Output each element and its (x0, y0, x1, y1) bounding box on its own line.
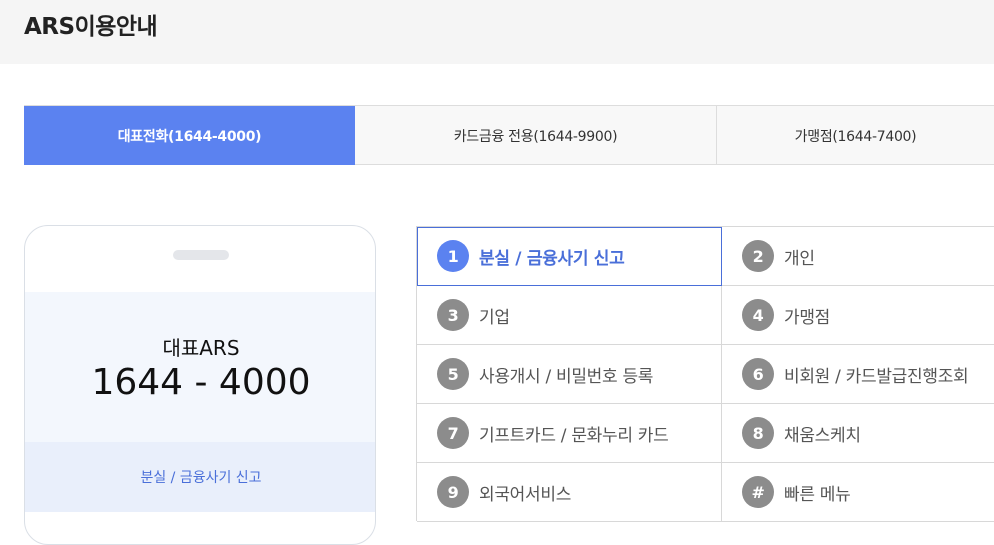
number-badge-icon: 2 (742, 240, 774, 272)
number-badge-icon: 8 (742, 417, 774, 449)
tab-card-finance[interactable]: 카드금융 전용(1644-9900) (355, 106, 717, 165)
menu-item-label: 빠른 메뉴 (784, 484, 851, 505)
menu-item-gift-card[interactable]: 7 기프트카드 / 문화누리 카드 (417, 404, 722, 463)
number-badge-icon: 1 (437, 240, 469, 272)
number-badge-icon: 7 (437, 417, 469, 449)
number-badge-icon: 5 (437, 358, 469, 390)
number-badge-icon: 6 (742, 358, 774, 390)
page-header: ARS이용안내 (0, 0, 994, 64)
page-title: ARS이용안내 (24, 14, 158, 40)
phone-ars-number: 1644 - 4000 (91, 362, 311, 403)
menu-item-label: 기프트카드 / 문화누리 카드 (479, 425, 669, 446)
menu-item-label: 비회원 / 카드발급진행조회 (784, 366, 969, 387)
menu-item-label: 개인 (784, 248, 815, 269)
menu-item-nonmember-card-status[interactable]: 6 비회원 / 카드발급진행조회 (722, 345, 994, 404)
menu-item-label: 가맹점 (784, 307, 831, 328)
number-badge-icon: 3 (437, 299, 469, 331)
menu-item-activation-password[interactable]: 5 사용개시 / 비밀번호 등록 (417, 345, 722, 404)
ars-menu-grid: 1 분실 / 금융사기 신고 2 개인 3 기업 4 가맹점 5 사용개시 / … (416, 226, 994, 522)
menu-item-label: 채움스케치 (784, 425, 861, 446)
menu-item-label: 분실 / 금융사기 신고 (479, 248, 625, 269)
menu-item-label: 기업 (479, 307, 510, 328)
tab-merchant[interactable]: 가맹점(1644-7400) (717, 106, 994, 165)
number-badge-icon: 9 (437, 476, 469, 508)
tab-main-phone[interactable]: 대표전화(1644-4000) (24, 106, 355, 165)
phone-mockup: 대표ARS 1644 - 4000 분실 / 금융사기 신고 (24, 225, 376, 545)
menu-item-label: 외국어서비스 (479, 484, 572, 505)
hash-badge-icon: # (742, 476, 774, 508)
menu-item-foreign-language[interactable]: 9 외국어서비스 (417, 463, 722, 522)
menu-item-personal[interactable]: 2 개인 (722, 227, 994, 286)
menu-item-quick-menu[interactable]: # 빠른 메뉴 (722, 463, 994, 522)
menu-item-lost-fraud-report[interactable]: 1 분실 / 금융사기 신고 (417, 227, 722, 286)
menu-item-chaeum-sketch[interactable]: 8 채움스케치 (722, 404, 994, 463)
phone-screen: 대표ARS 1644 - 4000 (25, 292, 375, 442)
menu-item-merchant[interactable]: 4 가맹점 (722, 286, 994, 345)
menu-item-label: 사용개시 / 비밀번호 등록 (479, 366, 654, 387)
phone-current-selection: 분실 / 금융사기 신고 (25, 442, 375, 512)
ars-tab-bar: 대표전화(1644-4000) 카드금융 전용(1644-9900) 가맹점(1… (24, 105, 994, 165)
phone-ars-label: 대표ARS (162, 336, 240, 360)
phone-speaker (173, 250, 229, 260)
menu-item-corporate[interactable]: 3 기업 (417, 286, 722, 345)
number-badge-icon: 4 (742, 299, 774, 331)
